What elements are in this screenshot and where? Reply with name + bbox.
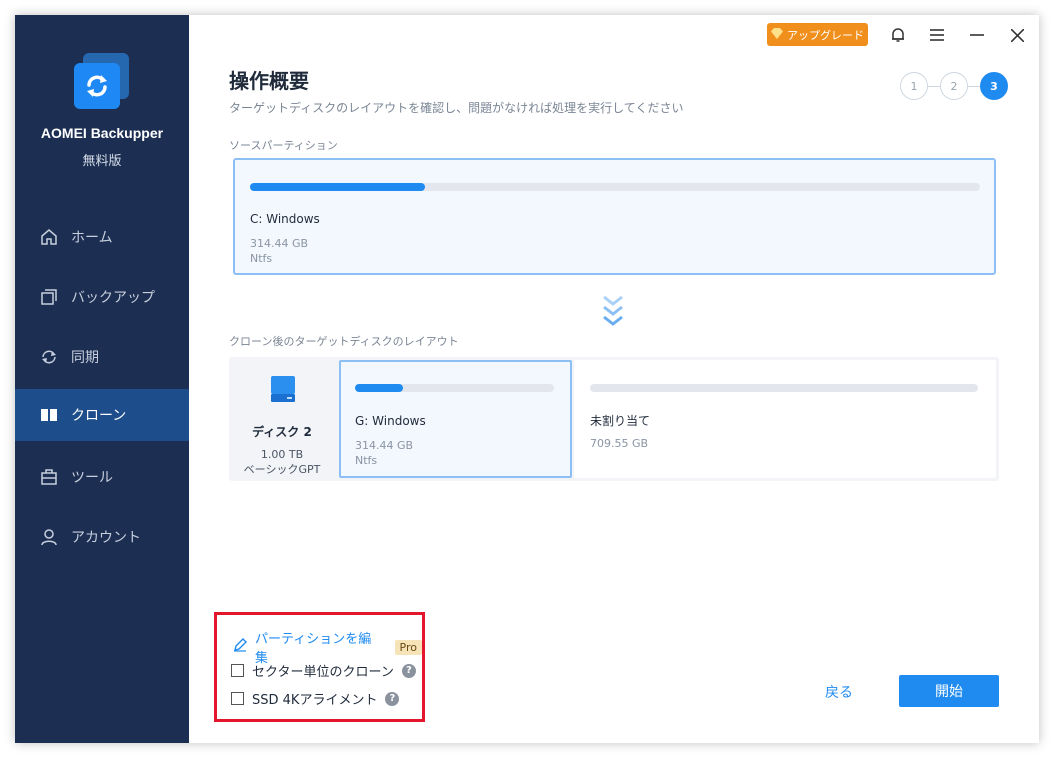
sidebar-item-backup[interactable]: バックアップ xyxy=(15,271,189,323)
sidebar-item-clone[interactable]: クローン xyxy=(15,389,189,441)
app-logo-icon xyxy=(73,53,131,111)
sidebar-item-label: アカウント xyxy=(71,530,141,546)
target-disk-type: ベーシックGPT xyxy=(243,463,321,476)
sidebar-item-home[interactable]: ホーム xyxy=(15,211,189,263)
target-section-label: クローン後のターゲットディスクのレイアウト xyxy=(229,335,459,348)
sidebar-item-tools[interactable]: ツール xyxy=(15,451,189,503)
target-disk-size: 1.00 TB xyxy=(260,448,304,461)
sidebar-item-account[interactable]: アカウント xyxy=(15,511,189,563)
ssd-align-option: SSD 4Kアライメント ? xyxy=(231,689,400,708)
target-partition-fs: Ntfs xyxy=(355,454,378,467)
sidebar-item-sync[interactable]: 同期 xyxy=(15,331,189,383)
help-icon[interactable]: ? xyxy=(401,663,416,678)
target-partition-name: G: Windows xyxy=(355,414,426,428)
target-disk-layout: ディスク 2 1.00 TB ベーシックGPT G: Windows 314.4… xyxy=(229,357,999,481)
account-icon xyxy=(39,527,59,547)
source-partition-card[interactable]: C: Windows 314.44 GB Ntfs xyxy=(233,158,996,275)
backup-icon xyxy=(39,287,59,307)
sidebar-item-label: 同期 xyxy=(71,350,99,366)
target-usage-fill xyxy=(355,384,403,392)
source-partition-name: C: Windows xyxy=(250,212,320,226)
sync-icon xyxy=(39,347,59,367)
sidebar: AOMEI Backupper 無料版 ホーム バックアップ 同期 クローン ツ… xyxy=(15,15,189,743)
step-indicator: 1 2 3 xyxy=(900,72,1008,100)
ssd-align-label: SSD 4Kアライメント xyxy=(252,693,378,708)
upgrade-label: アップグレード xyxy=(787,28,864,42)
step-2: 2 xyxy=(940,72,968,100)
target-partition-unallocated[interactable]: 未割り当て 709.55 GB xyxy=(574,360,996,478)
unallocated-usage-bar xyxy=(590,384,978,392)
target-partition-windows[interactable]: G: Windows 314.44 GB Ntfs xyxy=(339,360,572,478)
bell-icon[interactable] xyxy=(886,23,910,47)
upgrade-button[interactable]: アップグレード xyxy=(767,23,868,46)
home-icon xyxy=(39,227,59,247)
page-subtitle: ターゲットディスクのレイアウトを確認し、問題がなければ処理を実行してください xyxy=(229,101,684,115)
sector-clone-option: セクター単位のクローン ? xyxy=(231,661,416,680)
app-name: AOMEI Backupper xyxy=(40,125,164,141)
help-icon[interactable]: ? xyxy=(385,691,400,706)
source-partition-size: 314.44 GB xyxy=(250,237,309,250)
source-partition-fs: Ntfs xyxy=(250,252,273,265)
source-usage-bar xyxy=(250,183,980,191)
app-window: AOMEI Backupper 無料版 ホーム バックアップ 同期 クローン ツ… xyxy=(15,15,1039,743)
target-disk: ディスク 2 1.00 TB ベーシックGPT xyxy=(229,357,339,481)
target-usage-bar xyxy=(355,384,554,392)
unallocated-name: 未割り当て xyxy=(590,414,651,428)
target-disk-name: ディスク 2 xyxy=(252,425,312,439)
app-edition: 無料版 xyxy=(82,154,122,169)
start-button[interactable]: 開始 xyxy=(899,675,999,707)
minimize-icon[interactable] xyxy=(965,23,989,47)
sector-clone-checkbox[interactable] xyxy=(231,664,244,677)
diamond-icon xyxy=(771,27,783,42)
tools-icon xyxy=(39,467,59,487)
pencil-icon xyxy=(233,638,247,656)
unallocated-size: 709.55 GB xyxy=(590,437,649,450)
disk-icon xyxy=(268,374,298,404)
close-icon[interactable] xyxy=(1005,23,1029,47)
sector-clone-label: セクター単位のクローン xyxy=(252,665,394,680)
ssd-align-checkbox[interactable] xyxy=(231,692,244,705)
menu-icon[interactable] xyxy=(925,23,949,47)
down-arrow-icon xyxy=(601,294,625,328)
sidebar-item-label: ツール xyxy=(71,470,113,486)
sidebar-item-label: ホーム xyxy=(71,230,113,246)
page-title: 操作概要 xyxy=(229,69,309,93)
target-partition-size: 314.44 GB xyxy=(355,439,414,452)
sidebar-item-label: クローン xyxy=(71,408,127,424)
pro-badge: Pro xyxy=(394,639,422,655)
source-usage-fill xyxy=(250,183,426,191)
clone-options-panel: パーティションを編集 Pro セクター単位のクローン ? SSD 4Kアライメン… xyxy=(214,612,425,722)
source-section-label: ソースパーティション xyxy=(229,139,338,152)
step-3: 3 xyxy=(980,72,1008,100)
step-1: 1 xyxy=(900,72,928,100)
back-button[interactable]: 戻る xyxy=(815,680,863,704)
clone-icon xyxy=(39,405,59,425)
sidebar-item-label: バックアップ xyxy=(71,290,155,306)
